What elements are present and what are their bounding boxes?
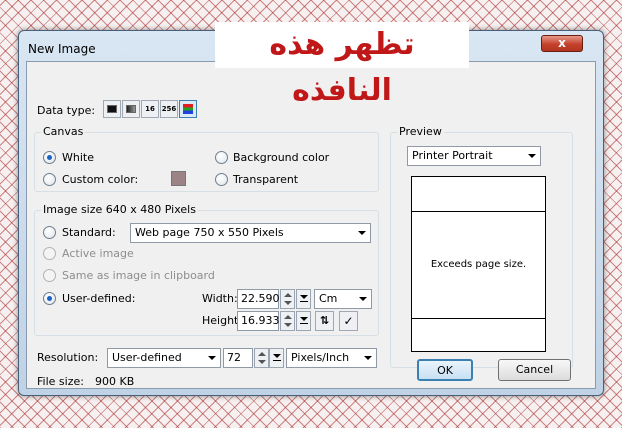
- checkmark-icon: ✓: [343, 314, 354, 328]
- file-size-label: File size:: [37, 375, 84, 388]
- chevron-down-icon: [358, 231, 366, 235]
- height-preset-button[interactable]: [296, 311, 311, 331]
- data-type-16-label: 16: [145, 105, 155, 113]
- window-title: New Image: [28, 42, 96, 56]
- chevron-down-icon: [528, 154, 536, 158]
- swap-arrows-icon: ⇅: [319, 314, 330, 327]
- data-type-256-button[interactable]: 256: [160, 100, 178, 118]
- file-size-value: 900 KB: [95, 375, 135, 388]
- clipboard-label: Same as image in clipboard: [62, 269, 215, 282]
- resolution-unit-value: Pixels/Inch: [291, 351, 350, 364]
- width-spinner[interactable]: [280, 289, 295, 309]
- arabic-caption-banner: تظهر هذه النافذه: [215, 22, 469, 108]
- resolution-label: Resolution:: [37, 351, 99, 364]
- transparent-label: Transparent: [233, 173, 299, 186]
- data-type-label: Data type:: [37, 104, 96, 117]
- paper-value: Printer Portrait: [412, 149, 493, 162]
- chevron-down-icon: [359, 297, 367, 301]
- image-outline-preview: Exceeds page size.: [411, 211, 546, 319]
- height-spinner[interactable]: [280, 311, 295, 331]
- image-size-title: Image size 640 x 480 Pixels: [41, 203, 198, 216]
- transparent-radio[interactable]: [215, 173, 228, 186]
- white-label: White: [62, 151, 94, 164]
- width-value: 22.590: [241, 292, 280, 305]
- standard-size-select[interactable]: Web page 750 x 550 Pixels: [130, 223, 371, 243]
- resolution-preset-button[interactable]: [269, 348, 284, 368]
- custom-color-radio[interactable]: [43, 173, 56, 186]
- width-preset-button[interactable]: [296, 289, 311, 309]
- custom-color-swatch[interactable]: [171, 171, 186, 186]
- resolution-preset-select[interactable]: User-defined: [107, 348, 221, 368]
- resolution-preset-value: User-defined: [112, 351, 182, 364]
- active-image-radio[interactable]: [43, 247, 56, 260]
- chevron-down-icon: [364, 356, 372, 360]
- unit-select[interactable]: Cm: [314, 289, 372, 309]
- data-type-24bit-button[interactable]: [179, 100, 197, 118]
- white-radio[interactable]: [43, 151, 56, 164]
- cancel-label: Cancel: [515, 363, 554, 376]
- keep-aspect-checkbox[interactable]: ✓: [339, 311, 358, 331]
- user-defined-radio[interactable]: [43, 292, 56, 305]
- unit-value: Cm: [319, 292, 338, 305]
- ok-label: OK: [437, 364, 453, 377]
- chevron-down-icon: [208, 356, 216, 360]
- standard-size-value: Web page 750 x 550 Pixels: [135, 226, 284, 239]
- data-type-bw-button[interactable]: [103, 100, 121, 118]
- data-type-256-label: 256: [161, 105, 177, 113]
- preview-title: Preview: [397, 125, 444, 138]
- data-type-16-button[interactable]: 16: [141, 100, 159, 118]
- height-value: 16.933: [241, 314, 280, 327]
- resolution-value: 72: [227, 351, 241, 364]
- width-label: Width:: [202, 292, 238, 305]
- page-preview: Exceeds page size.: [411, 176, 546, 352]
- background-color-label: Background color: [233, 151, 330, 164]
- cancel-button[interactable]: Cancel: [498, 359, 571, 381]
- clipboard-radio[interactable]: [43, 269, 56, 282]
- paper-select[interactable]: Printer Portrait: [407, 146, 541, 166]
- custom-color-label: Custom color:: [62, 173, 139, 186]
- active-image-label: Active image: [62, 247, 134, 260]
- color-bars-icon: [183, 104, 193, 114]
- standard-radio[interactable]: [43, 226, 56, 239]
- user-defined-label: User-defined:: [62, 292, 136, 305]
- resolution-spinner[interactable]: [254, 348, 269, 368]
- bw-icon: [107, 105, 117, 113]
- resolution-input[interactable]: 72: [223, 348, 253, 368]
- height-input[interactable]: 16.933: [237, 311, 280, 331]
- close-button[interactable]: x: [541, 35, 583, 52]
- width-input[interactable]: 22.590: [237, 289, 280, 309]
- close-icon: x: [558, 36, 566, 50]
- grayscale-icon: [126, 105, 136, 113]
- ok-button[interactable]: OK: [417, 359, 473, 381]
- standard-label: Standard:: [62, 226, 116, 239]
- preview-message: Exceeds page size.: [430, 259, 527, 270]
- canvas-group-title: Canvas: [41, 125, 86, 138]
- swap-dimensions-button[interactable]: ⇅: [315, 311, 334, 331]
- resolution-unit-select[interactable]: Pixels/Inch: [286, 348, 377, 368]
- background-color-radio[interactable]: [215, 151, 228, 164]
- data-type-gray-button[interactable]: [122, 100, 140, 118]
